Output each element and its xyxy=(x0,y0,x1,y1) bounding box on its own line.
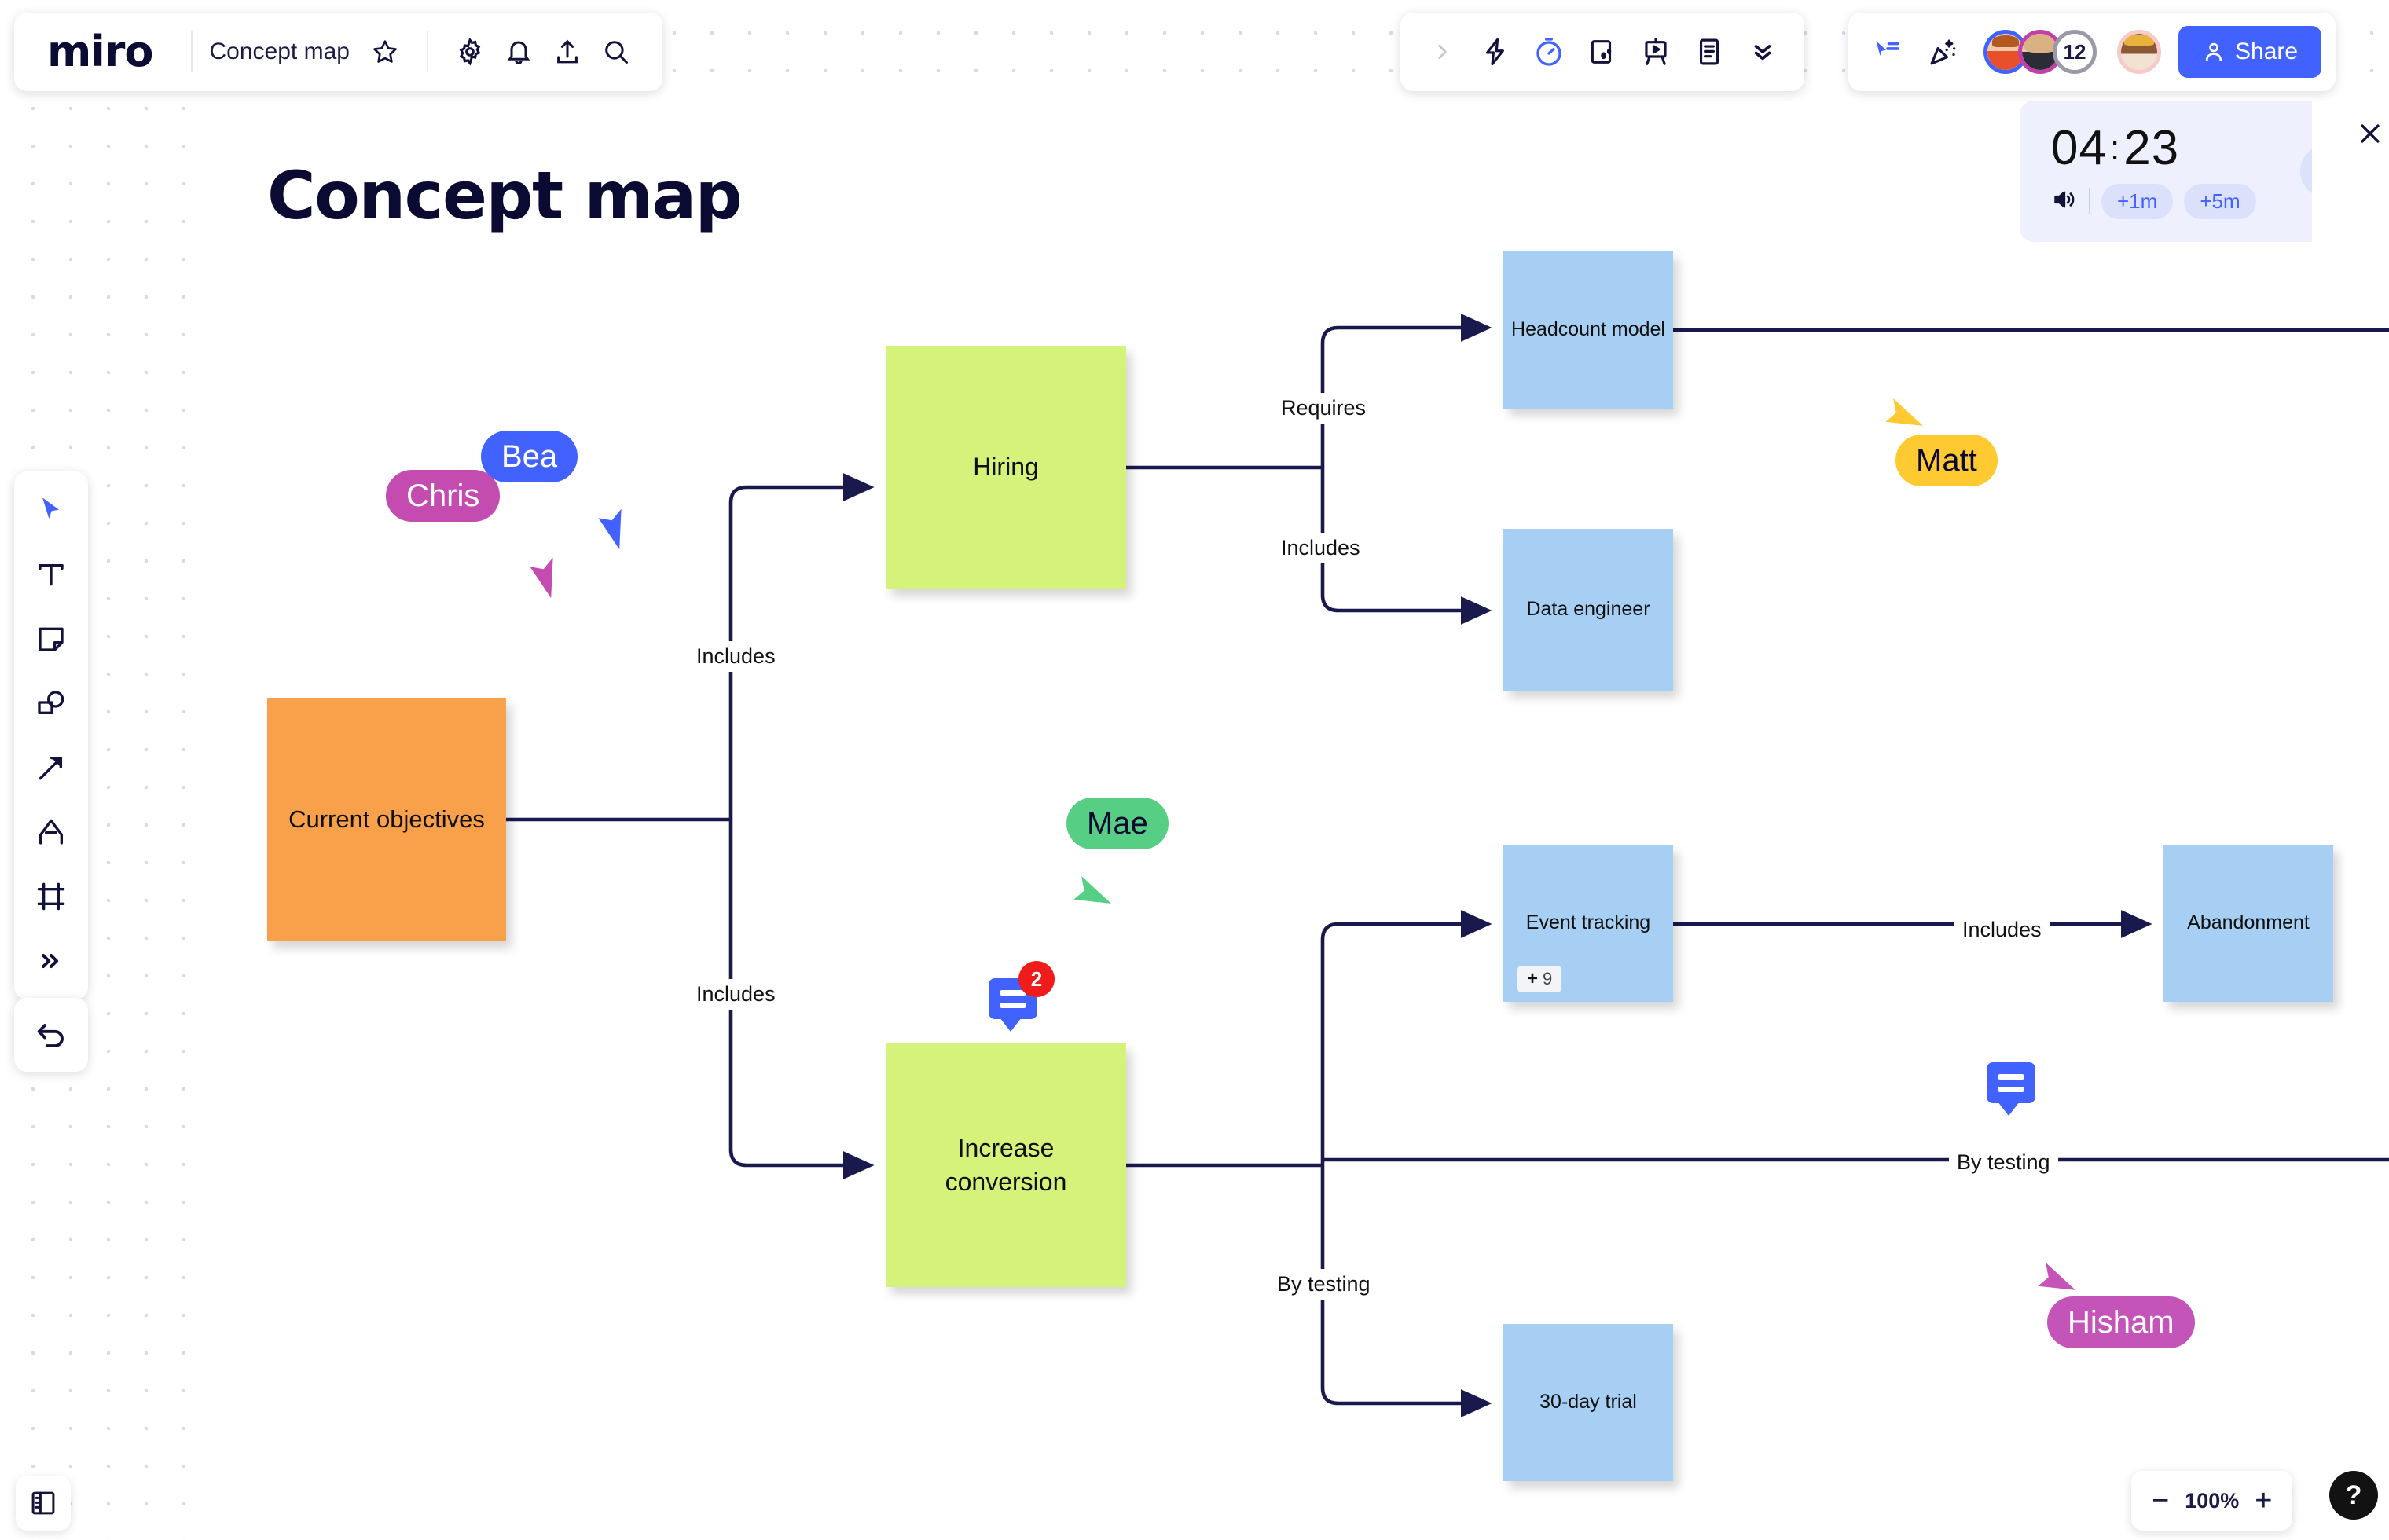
cursor-matt-label: Matt xyxy=(1895,434,1998,486)
side-panel-icon xyxy=(29,1489,57,1517)
topbar-left: miro Concept map xyxy=(14,13,662,91)
board-node-hiring[interactable]: Hiring xyxy=(886,346,1126,589)
label-includes-conversion[interactable]: Includes xyxy=(688,979,783,1010)
timer-close-icon[interactable] xyxy=(2354,118,2386,149)
person-icon xyxy=(2202,40,2226,64)
zoom-in-button[interactable]: + xyxy=(2255,1486,2272,1516)
label-includes-abandonment[interactable]: Includes xyxy=(1954,915,2050,945)
cursor-chris-pointer-icon xyxy=(515,542,573,604)
presentation-icon[interactable] xyxy=(1631,28,1680,76)
board-node-headcount-model[interactable]: Headcount model xyxy=(1503,251,1673,409)
settings-gear-icon[interactable] xyxy=(446,28,494,76)
timer-separator: : xyxy=(2110,129,2120,167)
plus-badge-count: 9 xyxy=(1543,969,1552,989)
board-node-label: Abandonment xyxy=(2187,910,2310,937)
party-popper-icon[interactable] xyxy=(1919,28,1968,76)
help-button[interactable]: ? xyxy=(2329,1471,2378,1520)
tool-sticky-note[interactable] xyxy=(25,613,77,665)
board-node-abandonment[interactable]: Abandonment xyxy=(2163,845,2333,1002)
cursor-bea-pointer-icon xyxy=(583,493,641,556)
voting-card-icon[interactable] xyxy=(1578,28,1627,76)
board-node-increase-conversion[interactable]: Increase conversion xyxy=(886,1043,1126,1287)
toggle-side-panel[interactable] xyxy=(16,1476,71,1531)
board-node-label: Increase conversion xyxy=(945,1131,1067,1199)
board-node-event-tracking[interactable]: Event tracking +9 xyxy=(1503,845,1673,1002)
lightning-icon[interactable] xyxy=(1471,28,1520,76)
topbar-center xyxy=(1400,13,1804,91)
left-toolbar xyxy=(14,471,88,999)
add-five-minutes-button[interactable]: +5m xyxy=(2184,184,2255,219)
board-name-label[interactable]: Concept map xyxy=(210,38,350,65)
board-node-current-objectives[interactable]: Current objectives xyxy=(267,698,506,941)
cursor-bea-label: Bea xyxy=(481,431,578,482)
divider xyxy=(2089,188,2090,214)
divider xyxy=(427,31,428,72)
tool-frame[interactable] xyxy=(25,871,77,922)
board-node-label: Headcount model xyxy=(1511,317,1665,343)
timer-seconds: 23 xyxy=(2123,121,2179,175)
comment-line xyxy=(1998,1074,2024,1080)
cursor-mae-pointer-icon xyxy=(1057,863,1115,925)
tool-pen[interactable] xyxy=(25,806,77,858)
timer-readout: 04:23 xyxy=(2051,124,2256,173)
zoom-level-label[interactable]: 100% xyxy=(2185,1489,2239,1513)
topbar-right: 12 Share xyxy=(1848,13,2336,91)
board-node-label: Event tracking xyxy=(1526,910,1650,937)
label-includes-data-engineer[interactable]: Includes xyxy=(1273,533,1368,563)
avatar-count[interactable]: 12 xyxy=(2053,30,2097,74)
avatar-count-label: 12 xyxy=(2064,40,2086,64)
miro-logo[interactable]: miro xyxy=(36,31,174,73)
node-plus-badge[interactable]: +9 xyxy=(1517,966,1561,992)
zoom-controls: − 100% + xyxy=(2131,1471,2292,1531)
board-node-thirty-day-trial[interactable]: 30-day trial xyxy=(1503,1324,1673,1481)
label-includes-hiring[interactable]: Includes xyxy=(688,641,783,672)
tool-more[interactable] xyxy=(25,935,77,987)
timer-controls-row: +1m +5m xyxy=(2051,184,2256,219)
share-button[interactable]: Share xyxy=(2178,26,2321,78)
page-title: Concept map xyxy=(267,157,741,234)
tool-text[interactable] xyxy=(25,548,77,600)
comment-count-badge: 2 xyxy=(1018,961,1055,997)
more-collapse-icon[interactable] xyxy=(1738,28,1787,76)
timer-icon[interactable] xyxy=(1525,28,1573,76)
share-button-label: Share xyxy=(2235,38,2298,65)
collaborator-avatars: 12 xyxy=(1983,30,2161,74)
label-requires[interactable]: Requires xyxy=(1273,393,1374,424)
add-one-minute-button[interactable]: +1m xyxy=(2101,184,2173,219)
board-node-label: Hiring xyxy=(973,450,1039,484)
star-icon[interactable] xyxy=(361,28,409,76)
divider xyxy=(191,31,193,72)
label-by-testing-right[interactable]: By testing xyxy=(1949,1147,2058,1178)
speaker-icon[interactable] xyxy=(2051,186,2078,217)
expand-chevron-icon[interactable] xyxy=(1418,28,1466,76)
tool-connector[interactable] xyxy=(25,742,77,794)
board-node-label: 30-day trial xyxy=(1539,1389,1637,1416)
tool-select[interactable] xyxy=(25,484,77,536)
cursor-chris-label: Chris xyxy=(386,470,500,522)
label-by-testing-bottom[interactable]: By testing xyxy=(1269,1269,1378,1300)
comment-pin-1[interactable]: 2 xyxy=(989,978,1037,1019)
comment-pin-2[interactable] xyxy=(1987,1062,2035,1103)
undo-icon xyxy=(35,1018,68,1051)
board-node-data-engineer[interactable]: Data engineer xyxy=(1503,529,1673,691)
plus-icon: + xyxy=(1527,968,1538,990)
search-icon[interactable] xyxy=(592,28,640,76)
tool-shapes[interactable] xyxy=(25,677,77,729)
notes-doc-icon[interactable] xyxy=(1685,28,1734,76)
upload-icon[interactable] xyxy=(543,28,592,76)
cursor-chat-icon[interactable] xyxy=(1862,28,1911,76)
cursor-hisham-label: Hisham xyxy=(2047,1296,2195,1348)
zoom-out-button[interactable]: − xyxy=(2152,1486,2169,1516)
comment-line xyxy=(1000,1003,1026,1008)
cursor-mae-label: Mae xyxy=(1066,798,1169,849)
miro-board-app: Concept map Current objectives Hiring Incr… xyxy=(0,0,2389,1540)
avatar-self[interactable] xyxy=(2117,30,2161,74)
board-node-label: Data engineer xyxy=(1526,596,1650,623)
timer-minutes: 04 xyxy=(2051,121,2107,175)
board-node-label: Current objectives xyxy=(288,803,485,836)
undo-button[interactable] xyxy=(14,998,88,1072)
comment-line xyxy=(1998,1087,2024,1092)
notifications-bell-icon[interactable] xyxy=(494,28,543,76)
